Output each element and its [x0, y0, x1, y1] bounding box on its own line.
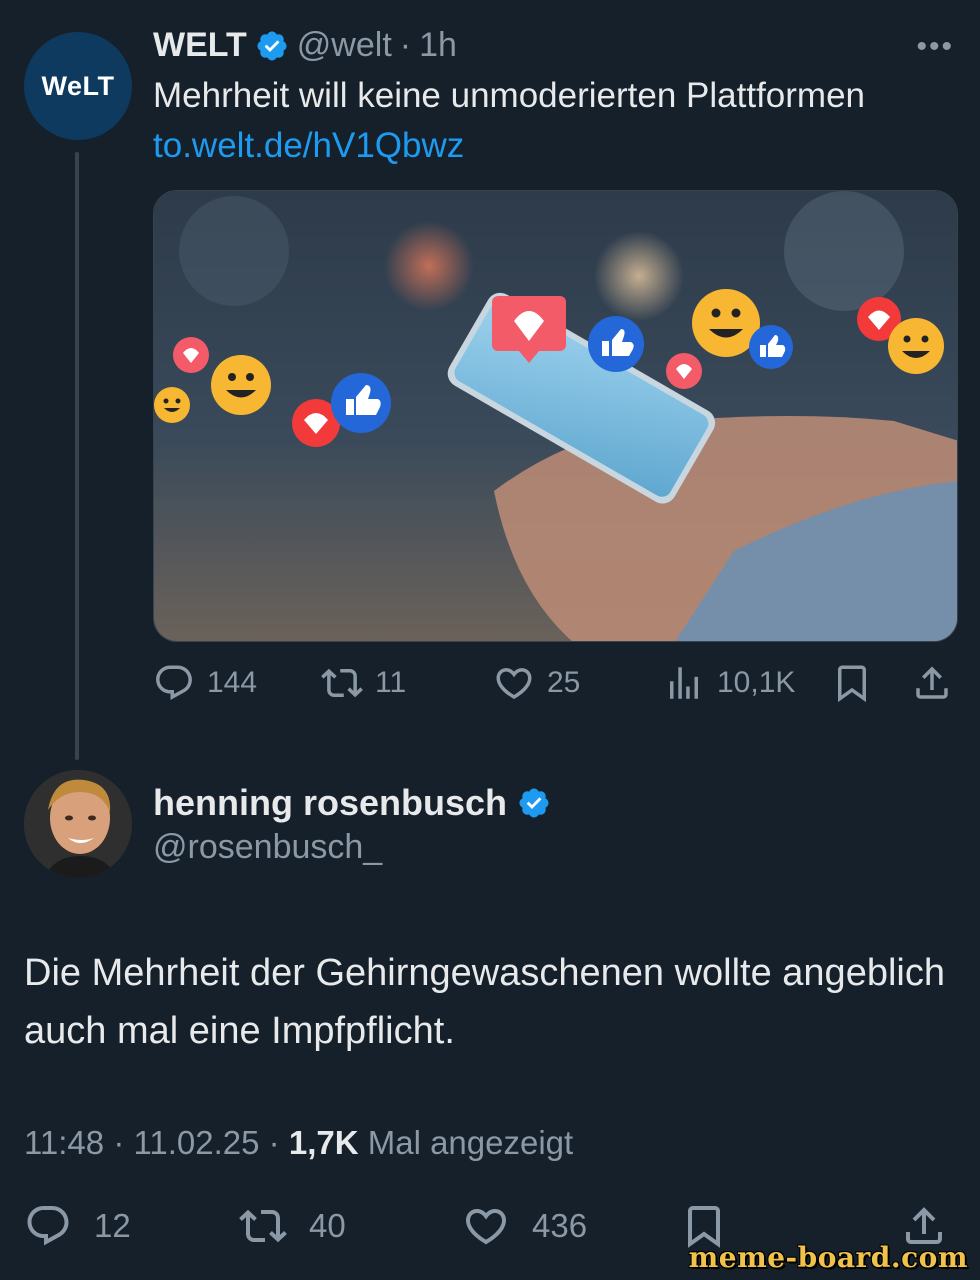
meta-separator: · [113, 1124, 125, 1161]
retweet-button[interactable]: 11 [321, 662, 406, 704]
tweet-time[interactable]: 11:48 [24, 1124, 104, 1161]
like-count: 436 [532, 1207, 588, 1244]
tweet-meta-row: 11:48 · 11.02.25 · 1,7K Mal angezeigt [24, 1124, 573, 1162]
watermark: meme-board.com [688, 1241, 968, 1274]
verified-badge-icon [257, 30, 287, 61]
parent-tweet-actions: 144 11 25 10,1K [153, 662, 958, 708]
reply-button[interactable]: 144 [153, 662, 257, 704]
tweet-date[interactable]: 11.02.25 [133, 1124, 259, 1161]
heart-icon [465, 1209, 507, 1245]
views-chart-icon [670, 667, 698, 699]
main-tweet-header: henning rosenbusch [153, 782, 551, 824]
like-button[interactable]: 25 [493, 662, 580, 704]
bookmark-button[interactable] [831, 662, 873, 704]
retweet-icon [239, 1209, 287, 1243]
meta-separator: · [268, 1124, 280, 1161]
views-button[interactable]: 10,1K [663, 662, 795, 704]
bookmark-icon [838, 665, 866, 703]
welt-avatar[interactable]: WeLT [24, 32, 132, 140]
views-count: 10,1K [717, 666, 796, 699]
tweet-views-count: 1,7K [288, 1124, 359, 1161]
main-author-name[interactable]: henning rosenbusch [153, 782, 507, 824]
header-separator: · [399, 26, 412, 64]
reply-icon [156, 665, 192, 700]
parent-author-name[interactable]: WELT [153, 26, 247, 65]
henning-avatar[interactable] [24, 770, 132, 878]
parent-tweet-header: WELT @welt · 1h [153, 26, 457, 65]
retweet-count: 40 [309, 1207, 346, 1244]
main-author-handle[interactable]: @rosenbusch_ [153, 828, 382, 867]
tweet-media-image[interactable] [153, 190, 958, 642]
share-icon [916, 666, 948, 699]
verified-badge-icon [519, 788, 549, 818]
parent-tweet-text: Mehrheit will keine unmoderierten Plattf… [153, 76, 865, 115]
like-button[interactable]: 436 [462, 1202, 587, 1250]
tweet-views-label: Mal angezeigt [367, 1124, 574, 1161]
retweet-icon [321, 668, 363, 698]
main-tweet-text: Die Mehrheit der Gehirngewaschenen wollt… [24, 952, 945, 1052]
retweet-count: 11 [375, 666, 407, 699]
retweet-button[interactable]: 40 [239, 1202, 346, 1250]
welt-avatar-logo: WeLT [41, 70, 115, 101]
parent-tweet-link[interactable]: to.welt.de/hV1Qbwz [153, 126, 464, 166]
reply-button[interactable]: 12 [24, 1202, 131, 1250]
reply-count: 144 [207, 666, 258, 699]
share-button[interactable] [911, 662, 953, 704]
thread-connector-line [75, 152, 79, 760]
parent-time-ago[interactable]: 1h [419, 26, 457, 65]
heart-icon [496, 668, 532, 700]
reply-count: 12 [94, 1207, 131, 1244]
parent-author-handle[interactable]: @welt [297, 26, 392, 65]
reply-icon [27, 1206, 69, 1246]
like-count: 25 [547, 666, 581, 699]
more-dots-icon[interactable]: ••• [916, 30, 954, 64]
